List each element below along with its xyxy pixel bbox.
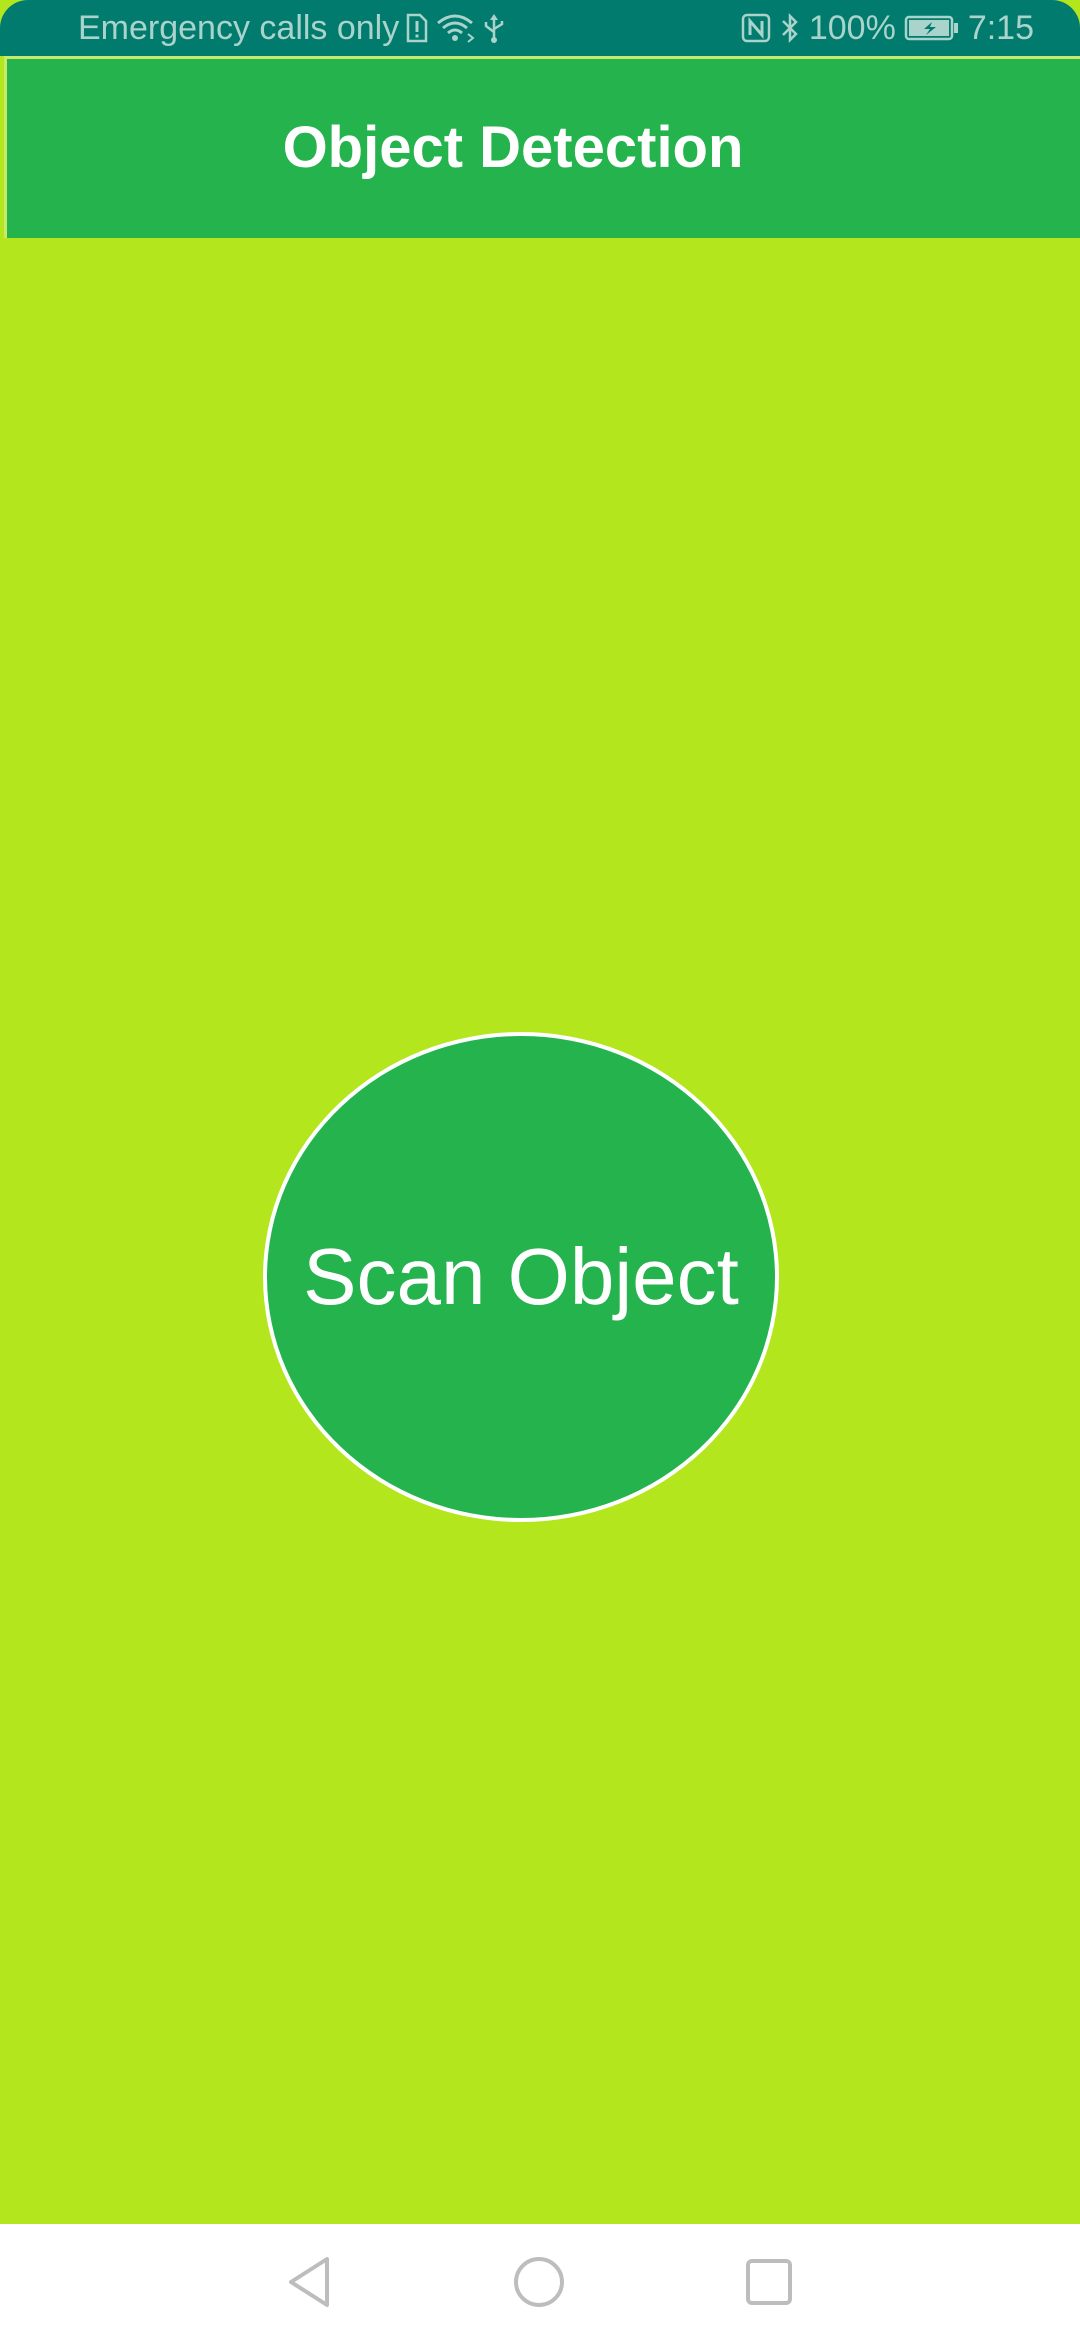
bluetooth-icon <box>779 12 801 44</box>
recent-apps-button[interactable] <box>724 2224 814 2340</box>
carrier-text: Emergency calls only <box>78 8 400 47</box>
battery-percent: 100% <box>808 8 896 47</box>
clock-time: 7:15 <box>967 8 1034 47</box>
navigation-bar <box>0 2224 1080 2340</box>
page-title: Object Detection <box>282 114 744 180</box>
battery-charging-icon <box>904 14 960 42</box>
status-right-group: 100% 7:15 <box>741 0 1034 56</box>
status-bar: Emergency calls only 100% 7:15 <box>0 0 1080 56</box>
main-content: Scan Object <box>0 238 1080 2224</box>
home-icon <box>514 2257 564 2307</box>
scan-object-button[interactable]: Scan Object <box>263 1032 779 1522</box>
usb-icon <box>481 12 507 44</box>
back-icon <box>289 2257 329 2307</box>
back-button[interactable] <box>264 2224 354 2340</box>
wifi-icon <box>435 12 475 44</box>
app-bar: Object Detection <box>4 56 1080 238</box>
sim-alert-icon <box>405 13 429 43</box>
nfc-icon <box>741 13 771 43</box>
recent-apps-icon <box>746 2259 792 2305</box>
home-button[interactable] <box>494 2224 584 2340</box>
status-left-group: Emergency calls only <box>78 0 507 56</box>
